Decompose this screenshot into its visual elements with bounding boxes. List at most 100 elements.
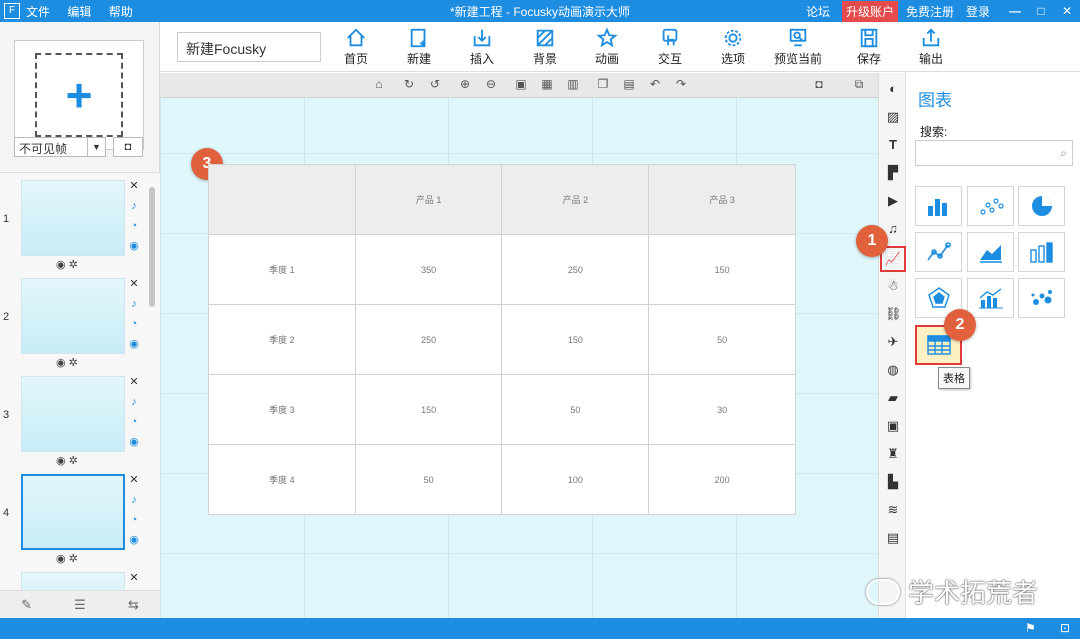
shape-icon[interactable]: ◐ [885,81,901,97]
insert-button[interactable]: 插入 [452,26,512,70]
mic-icon[interactable]: ♪ [127,294,141,314]
table-cell[interactable]: 150 [354,374,503,445]
forum-link[interactable]: 论坛 [806,3,830,20]
text-icon[interactable]: T [885,137,901,153]
frame-thumbnail[interactable]: ✕ [0,567,145,590]
close-icon[interactable]: ✕ [127,568,141,588]
table-cell[interactable]: 30 [648,374,796,445]
table-cell[interactable]: 季度 1 [208,234,356,305]
frame-preview[interactable] [21,180,125,256]
frame-controls[interactable]: ◉ ✲ [56,454,78,467]
rotate-right-icon[interactable]: ↻ [400,77,418,93]
table-cell[interactable]: 250 [354,304,503,375]
link-icon[interactable]: ⛓ [885,306,902,322]
eye-icon[interactable]: ◉ [127,334,141,354]
maximize-button[interactable]: □ [1028,4,1054,18]
align-icon[interactable]: ▥ [564,77,582,93]
fullscreen-icon[interactable]: ⧉ [850,77,868,93]
frame-side-tools[interactable]: ✕ ♪ ◔ ◉ [127,274,141,354]
interaction-button[interactable]: 交互 [640,26,700,70]
shirt-icon[interactable]: ♜ [885,446,901,462]
new-button[interactable]: 新建 [389,26,449,70]
editor-canvas[interactable]: ⌂ ↻ ↺ ⊕ ⊖ ▣ ▦ ▥ ❐ ▤ ↶ ↷ ◘ ⧉ 3 产品 1 产品 2 … [160,73,878,618]
animation-button[interactable]: 动画 [577,26,637,70]
people-icon[interactable]: ☃ [885,278,901,294]
zoom-out-icon[interactable]: ⊖ [482,77,500,93]
frame-preview[interactable] [21,572,125,590]
camera-icon[interactable]: ◘ [810,77,828,93]
frame-controls[interactable]: ◉ ✲ [56,356,78,369]
options-button[interactable]: 选项 [703,26,763,70]
table-cell[interactable]: 250 [501,234,650,305]
table-cell[interactable]: 季度 2 [208,304,356,375]
upgrade-button[interactable]: 升级账户 [841,0,898,22]
undo-icon[interactable]: ↶ [646,77,664,93]
table-cell[interactable]: 200 [648,444,796,515]
area-chart-tile[interactable] [967,232,1014,272]
frame-list-scrollbar[interactable] [146,172,158,590]
close-icon[interactable]: ✕ [127,176,141,196]
table-header-cell[interactable]: 产品 3 [648,164,796,235]
zoom-in-icon[interactable]: ⊕ [456,77,474,93]
swap-icon[interactable]: ⇆ [128,597,139,613]
menu-edit[interactable]: 编辑 [67,5,91,19]
compass-icon[interactable]: ◍ [885,362,901,378]
frame-side-tools[interactable]: ✕ ♪ ◔ ◉ [127,372,141,452]
mic-icon[interactable]: ♪ [127,392,141,412]
frame-thumbnail[interactable]: 2 ◉ ✲ ✕ ♪ ◔ ◉ [0,273,145,371]
frame-thumbnail-selected[interactable]: 4 ◉ ✲ ✕ ♪ ◔ ◉ [0,469,145,567]
table-cell[interactable]: 季度 3 [208,374,356,445]
gallery-icon[interactable]: ▣ [885,418,901,434]
eye-icon[interactable]: ◉ [127,432,141,452]
close-button[interactable]: ✕ [1054,4,1080,18]
frame-side-tools[interactable]: ✕ ♪ ◔ ◉ [127,176,141,256]
edit-icon[interactable]: ✎ [21,597,32,613]
presenter-icon[interactable]: ⚑ [1025,621,1036,635]
mic-icon[interactable]: ♪ [127,490,141,510]
menu-file[interactable]: 文件 [26,5,50,19]
register-link[interactable]: 免费注册 [906,3,954,20]
project-name-input[interactable]: 新建Focusky [177,32,321,62]
pie-chart-tile[interactable] [1018,186,1065,226]
redo-icon[interactable]: ↷ [672,77,690,93]
paste-icon[interactable]: ▤ [620,77,638,93]
stacked-bar-chart-tile[interactable] [1018,232,1065,272]
table-cell[interactable]: 50 [648,304,796,375]
table-header-cell[interactable]: 产品 2 [501,164,650,235]
table-cell[interactable]: 50 [354,444,503,515]
table-cell[interactable]: 150 [501,304,650,375]
close-icon[interactable]: ✕ [127,470,141,490]
table-cell[interactable]: 季度 4 [208,444,356,515]
video-icon[interactable]: ▶ [885,193,901,209]
camera-button[interactable]: ◘ [113,137,143,157]
scrollbar-thumb[interactable] [149,187,155,307]
book-icon[interactable]: ▰ [885,390,901,406]
add-frame-button[interactable]: + [14,40,144,150]
table-header-cell[interactable] [208,164,356,235]
frame-visibility-select[interactable]: 不可见帧 ▼ [14,137,106,157]
grid-icon[interactable]: ▦ [538,77,556,93]
bubble-chart-tile[interactable] [1018,278,1065,318]
mic-icon[interactable]: ♪ [127,196,141,216]
close-icon[interactable]: ✕ [127,372,141,392]
timer-icon[interactable]: ◔ [127,216,141,236]
background-button[interactable]: 背景 [515,26,575,70]
table-cell[interactable]: 50 [501,374,650,445]
menu-help[interactable]: 帮助 [109,5,133,19]
home-view-icon[interactable]: ⌂ [370,77,388,93]
table-cell[interactable]: 150 [648,234,796,305]
archive-icon[interactable]: ▤ [885,530,901,546]
image-icon[interactable]: ▨ [885,109,901,125]
export-button[interactable]: 输出 [901,26,961,70]
timer-icon[interactable]: ◔ [127,314,141,334]
bar-chart-tile[interactable] [915,186,962,226]
login-link[interactable]: 登录 [966,3,990,20]
frame-preview[interactable] [21,376,125,452]
frame-preview[interactable] [21,278,125,354]
preview-current-button[interactable]: 预览当前 [766,26,830,70]
table-cell[interactable]: 100 [501,444,650,515]
timer-icon[interactable]: ◔ [127,412,141,432]
eye-icon[interactable]: ◉ [127,236,141,256]
scatter-chart-tile[interactable] [967,186,1014,226]
table-header-cell[interactable]: 产品 1 [354,164,503,235]
